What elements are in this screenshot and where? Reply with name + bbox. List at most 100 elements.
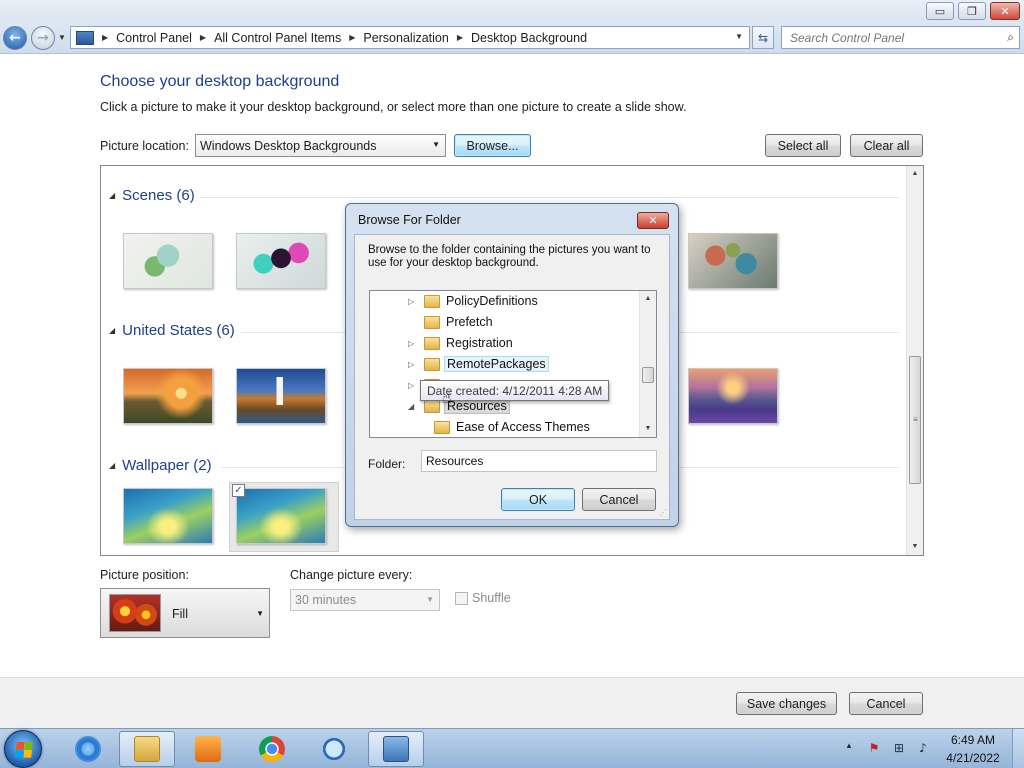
action-center-icon[interactable]: ⚑: [866, 741, 882, 756]
breadcrumb-personalization[interactable]: Personalization: [363, 31, 448, 45]
breadcrumb-separator[interactable]: ▶: [457, 33, 463, 42]
breadcrumb-separator[interactable]: ▶: [349, 33, 355, 42]
thumbnail-scenes-2[interactable]: [236, 233, 326, 289]
collapse-icon[interactable]: ◢: [408, 402, 418, 411]
network-icon[interactable]: ⊞: [891, 741, 907, 756]
volume-icon[interactable]: ♪: [915, 741, 931, 756]
search-icon[interactable]: ⌕: [1007, 30, 1014, 45]
close-window-button[interactable]: ✕: [990, 2, 1020, 20]
tree-item-registration[interactable]: ▷ Registration: [408, 333, 515, 353]
gallery-scrollbar[interactable]: ▲ ≡ ▼: [906, 166, 923, 555]
taskbar-magnifier[interactable]: [306, 731, 362, 767]
scroll-up-icon[interactable]: ▲: [907, 166, 923, 182]
group-label: Wallpaper (2): [122, 457, 212, 474]
address-dropdown[interactable]: ▼: [735, 32, 743, 41]
dialog-cancel-button[interactable]: Cancel: [582, 488, 656, 511]
group-header-united-states[interactable]: ◢ United States (6): [109, 322, 235, 339]
clock-time[interactable]: 6:49 AM: [945, 733, 1001, 747]
start-button[interactable]: [4, 730, 42, 768]
breadcrumb-separator[interactable]: ▶: [102, 33, 108, 42]
chrome-icon: [259, 736, 285, 762]
position-preview-image: [109, 594, 161, 632]
scroll-down-icon[interactable]: ▼: [907, 539, 923, 555]
breadcrumb[interactable]: ▶ Control Panel ▶ All Control Panel Item…: [70, 26, 750, 49]
taskbar-media-player[interactable]: [180, 731, 236, 767]
tree-item-remotepackages[interactable]: ▷ RemotePackages: [408, 354, 549, 374]
thumbnail-scenes-6[interactable]: [688, 233, 778, 289]
thumbnail-wallpaper-2[interactable]: [236, 488, 326, 544]
forward-button[interactable]: →: [31, 26, 55, 50]
thumbnail-united-states-1[interactable]: [123, 368, 213, 424]
dialog-body: Browse to the folder containing the pict…: [354, 234, 670, 520]
tree-item-prefetch[interactable]: Prefetch: [408, 312, 495, 332]
browse-button[interactable]: Browse...: [454, 134, 531, 157]
picture-location-select[interactable]: Windows Desktop Backgrounds ▼: [195, 134, 446, 157]
group-header-wallpaper[interactable]: ◢ Wallpaper (2): [109, 457, 212, 474]
shuffle-label: Shuffle: [472, 591, 511, 605]
group-header-scenes[interactable]: ◢ Scenes (6): [109, 187, 195, 204]
taskbar-chrome[interactable]: [244, 731, 300, 767]
folder-icon: [424, 399, 440, 413]
group-label: United States (6): [122, 322, 235, 339]
picture-position-select[interactable]: Fill ▼: [100, 588, 270, 638]
clear-all-button[interactable]: Clear all: [850, 134, 923, 157]
expand-icon[interactable]: ▷: [408, 381, 418, 390]
breadcrumb-separator[interactable]: ▶: [200, 33, 206, 42]
collapse-icon: ◢: [109, 461, 116, 470]
thumbnail-scenes-1[interactable]: [123, 233, 213, 289]
folder-field[interactable]: [421, 450, 657, 472]
folder-icon: [424, 315, 440, 329]
breadcrumb-all-items[interactable]: All Control Panel Items: [214, 31, 341, 45]
recent-pages-dropdown[interactable]: ▼: [58, 33, 66, 42]
folder-icon: [424, 294, 440, 308]
scroll-thumb[interactable]: ≡: [909, 356, 921, 484]
minimize-button[interactable]: ▭: [926, 2, 954, 20]
dialog-title: Browse For Folder: [358, 213, 461, 227]
thumbnail-united-states-6[interactable]: [688, 368, 778, 424]
clock-date[interactable]: 4/21/2022: [945, 751, 1001, 765]
show-desktop-button[interactable]: [1012, 729, 1024, 768]
dialog-close-button[interactable]: ✕: [637, 212, 669, 229]
show-hidden-icons[interactable]: ▲: [845, 741, 853, 750]
restore-button[interactable]: ❐: [958, 2, 986, 20]
shuffle-checkbox[interactable]: [455, 592, 468, 605]
change-interval-value: 30 minutes: [295, 593, 357, 607]
taskbar-internet-explorer[interactable]: [60, 731, 116, 767]
back-button[interactable]: ←: [3, 26, 27, 50]
folder-icon: [424, 336, 440, 350]
thumbnail-wallpaper-1[interactable]: [123, 488, 213, 544]
folder-tree[interactable]: ▷ PolicyDefinitions Prefetch ▷ Registrat…: [369, 290, 657, 438]
magnifier-icon: [321, 736, 347, 762]
change-interval-select[interactable]: 30 minutes ▼: [290, 589, 440, 611]
search-input[interactable]: [782, 27, 992, 48]
group-label: Scenes (6): [122, 187, 195, 204]
select-all-button[interactable]: Select all: [765, 134, 841, 157]
search-box[interactable]: ⌕: [781, 26, 1020, 49]
cancel-button[interactable]: Cancel: [849, 692, 923, 715]
expand-icon[interactable]: ▷: [408, 360, 418, 369]
scroll-thumb[interactable]: [642, 367, 654, 383]
address-bar: ← → ▼ ▶ Control Panel ▶ All Control Pane…: [0, 22, 1024, 54]
tree-item-ease-of-access-themes[interactable]: Ease of Access Themes: [418, 417, 592, 437]
refresh-button[interactable]: ⇆: [752, 26, 774, 49]
tree-item-policydefinitions[interactable]: ▷ PolicyDefinitions: [408, 291, 540, 311]
tree-scrollbar[interactable]: ▲ ▼: [639, 291, 656, 437]
wallpaper-checkbox[interactable]: ✓: [232, 484, 245, 497]
save-changes-button[interactable]: Save changes: [736, 692, 837, 715]
resize-grip-icon[interactable]: ⋰: [659, 508, 667, 517]
breadcrumb-desktop-background[interactable]: Desktop Background: [471, 31, 587, 45]
expand-icon[interactable]: ▷: [408, 339, 418, 348]
taskbar: ▲ ⚑ ⊞ ♪: [0, 728, 1024, 768]
thumbnail-united-states-2[interactable]: [236, 368, 326, 424]
collapse-icon: ◢: [109, 326, 116, 335]
taskbar-windows-explorer[interactable]: [119, 731, 175, 767]
ok-button[interactable]: OK: [501, 488, 575, 511]
scroll-down-icon[interactable]: ▼: [640, 421, 656, 437]
folder-label: Folder:: [368, 457, 406, 471]
expand-icon[interactable]: ▷: [408, 297, 418, 306]
breadcrumb-control-panel[interactable]: Control Panel: [116, 31, 192, 45]
chevron-down-icon: ▼: [256, 609, 264, 618]
folder-icon: [134, 736, 160, 762]
scroll-up-icon[interactable]: ▲: [640, 291, 656, 307]
taskbar-control-panel[interactable]: [368, 731, 424, 767]
